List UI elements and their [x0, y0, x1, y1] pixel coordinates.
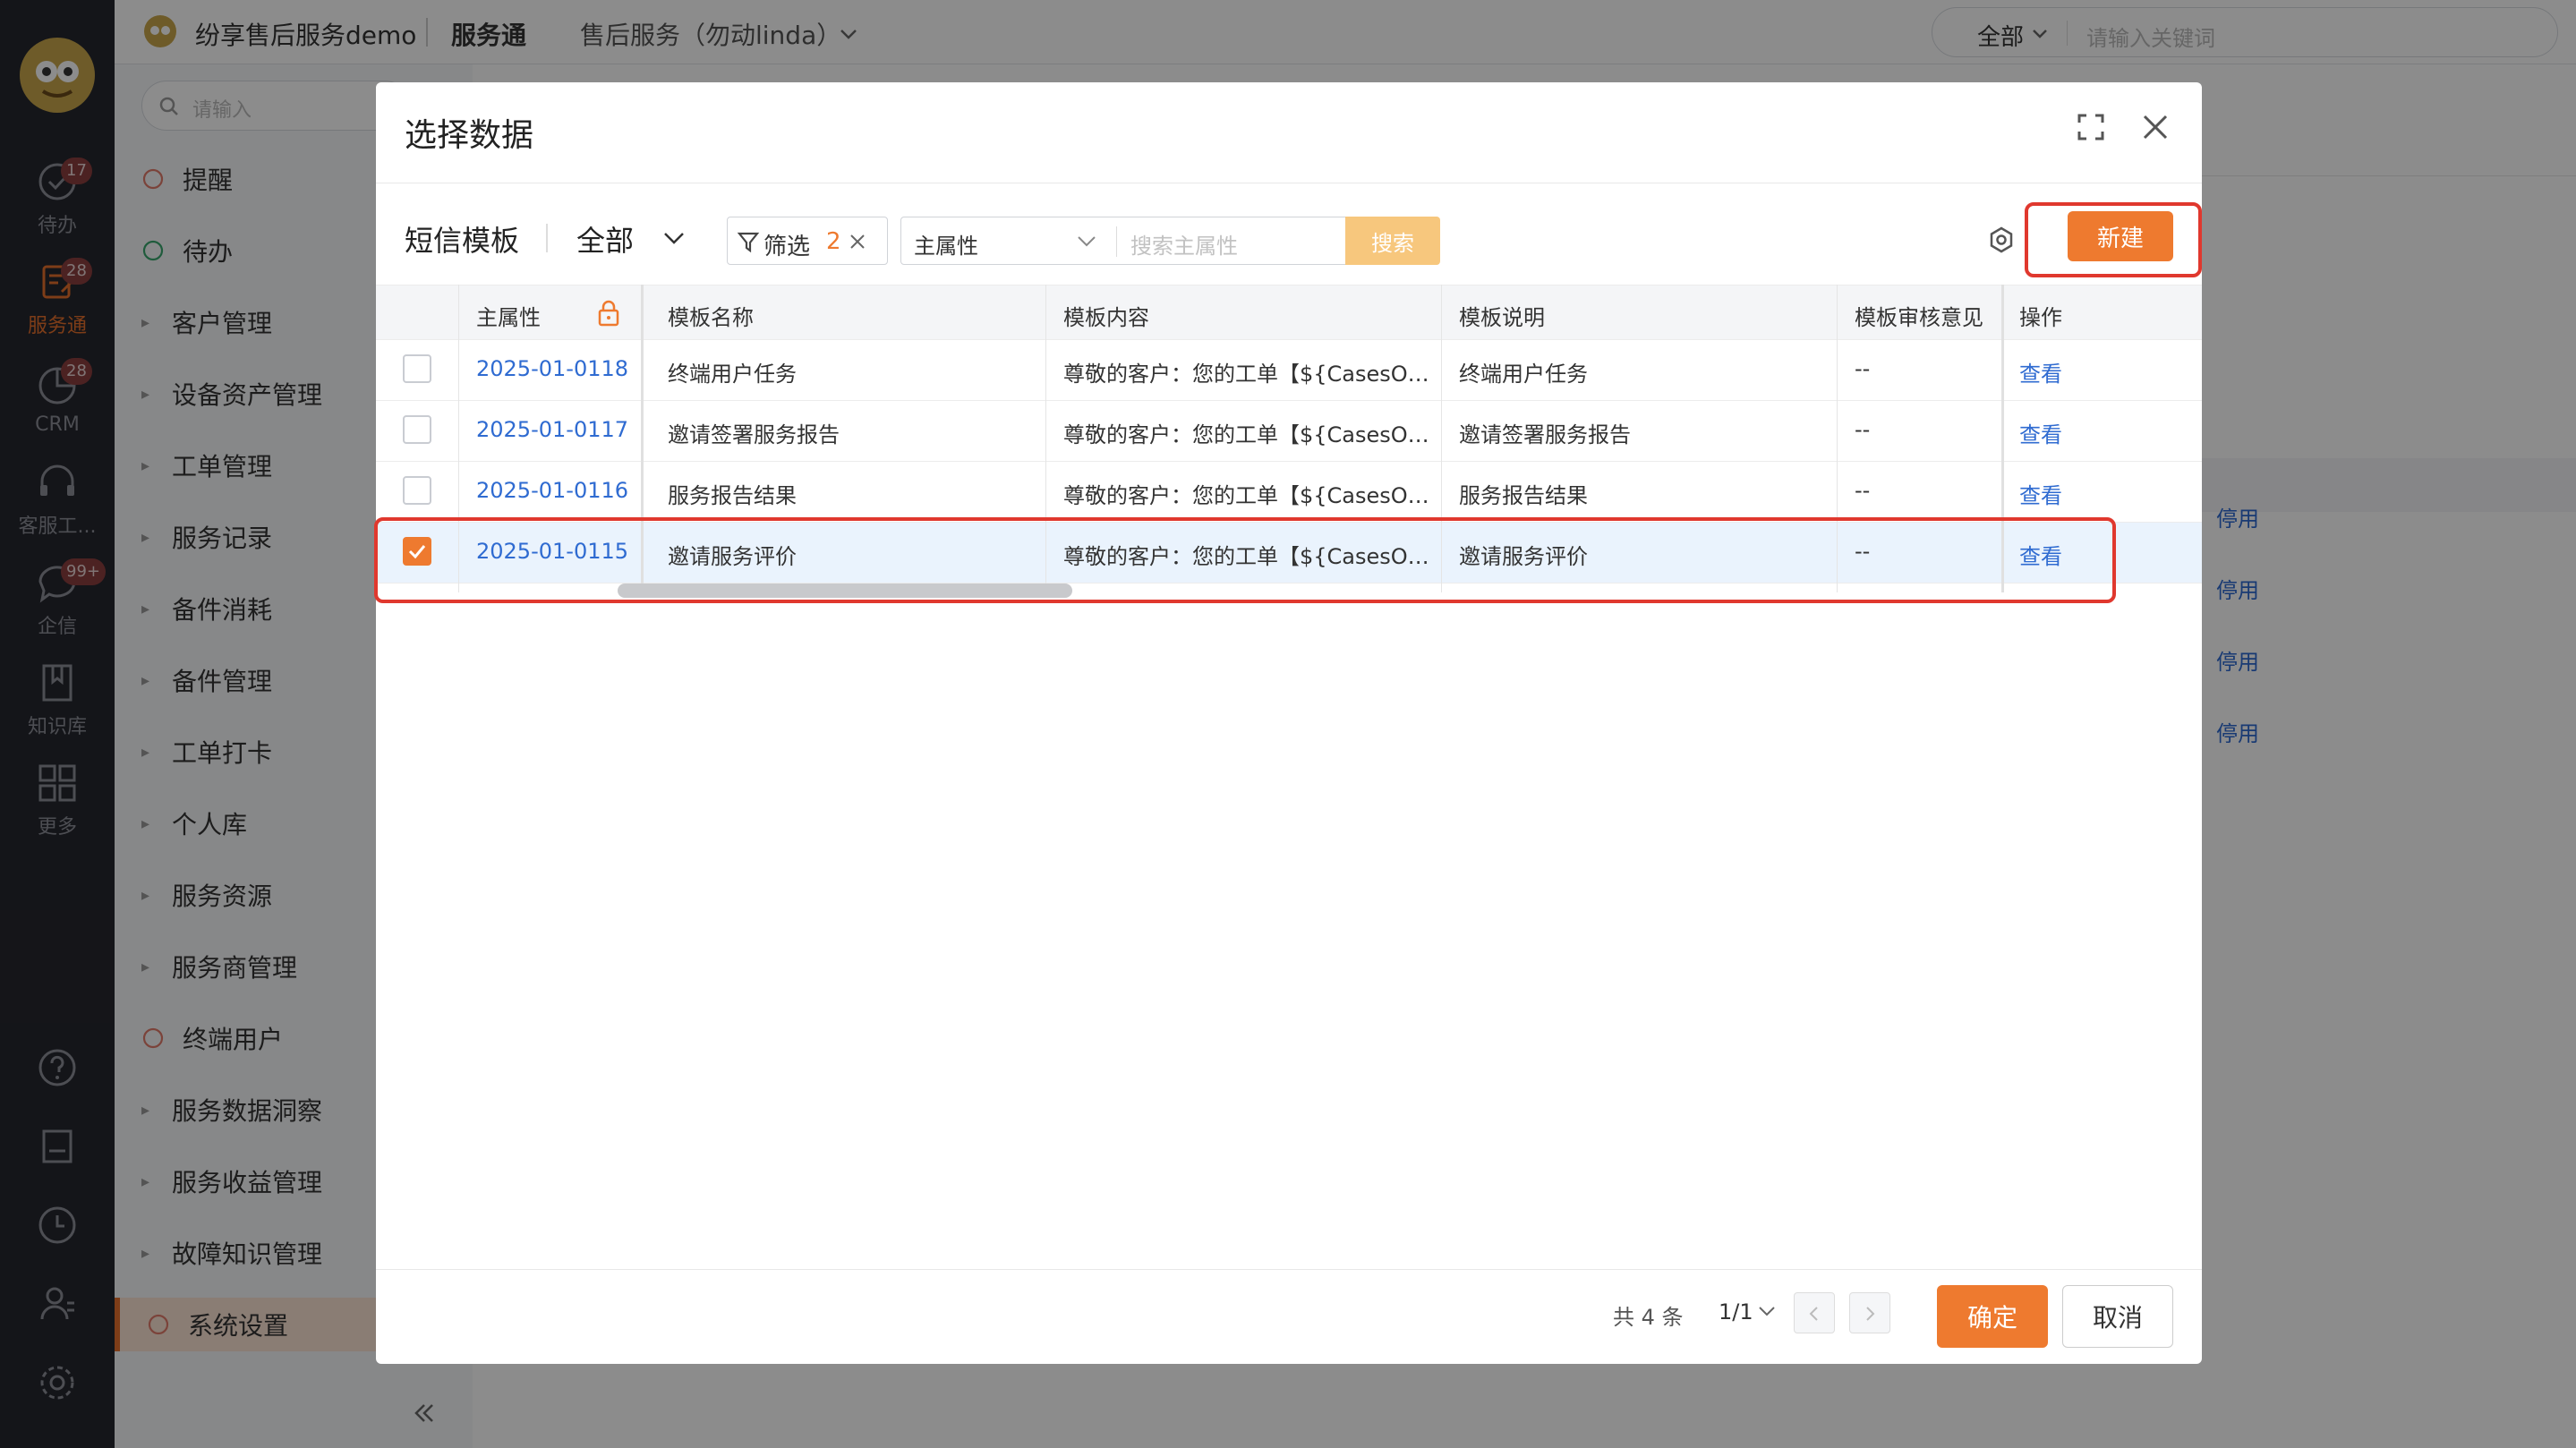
close-icon[interactable] — [2141, 113, 2170, 141]
template-description: 邀请签署服务报告 — [1459, 422, 1631, 447]
template-content: 尊敬的客户：您的工单【${CasesO… — [1063, 483, 1429, 508]
primary-attribute-link[interactable]: 2025-01-0116 — [476, 478, 628, 503]
primary-attribute-link[interactable]: 2025-01-0118 — [476, 356, 628, 381]
view-link[interactable]: 查看 — [2019, 478, 2062, 509]
confirm-button[interactable]: 确定 — [1937, 1285, 2048, 1348]
table-header: 主属性 模板名称 模板内容 模板说明 模板审核意见 操作 — [376, 285, 2202, 340]
clear-filter-icon[interactable] — [849, 234, 866, 250]
column-header: 模板名称 — [668, 305, 754, 330]
review-comment: -- — [1855, 356, 1871, 381]
total-count: 共 4 条 — [1613, 1305, 1684, 1330]
chevron-down-icon[interactable] — [1077, 234, 1096, 250]
filter-icon — [737, 232, 760, 253]
template-name: 服务报告结果 — [668, 483, 797, 508]
row-checkbox[interactable] — [403, 415, 431, 444]
row-checkbox[interactable] — [403, 476, 431, 505]
view-link[interactable]: 查看 — [2019, 417, 2062, 448]
cancel-button[interactable]: 取消 — [2062, 1285, 2173, 1348]
review-comment: -- — [1855, 417, 1871, 442]
prev-page-button[interactable] — [1794, 1292, 1835, 1333]
filter-button[interactable]: 筛选 2 — [727, 217, 888, 265]
template-description: 服务报告结果 — [1459, 483, 1588, 508]
divider — [376, 1269, 2202, 1270]
template-description: 终端用户任务 — [1459, 362, 1588, 387]
column-header: 模板说明 — [1459, 305, 1545, 330]
new-button-highlight — [2025, 202, 2202, 277]
next-page-button[interactable] — [1849, 1292, 1890, 1333]
primary-attribute-link[interactable]: 2025-01-0117 — [476, 417, 628, 442]
selected-row-highlight — [374, 517, 2116, 603]
chevron-right-icon — [1866, 1307, 1875, 1321]
table-row[interactable]: 2025-01-0118 终端用户任务 尊敬的客户：您的工单【${CasesO… 终端… — [376, 340, 2202, 401]
search-button[interactable]: 搜索 — [1345, 217, 1440, 265]
chevron-left-icon — [1809, 1307, 1818, 1321]
column-settings-icon[interactable] — [1987, 226, 2016, 254]
divider — [1116, 226, 1117, 257]
row-checkbox[interactable] — [403, 354, 431, 383]
field-select[interactable]: 主属性 — [914, 228, 978, 260]
filter-count: 2 — [826, 228, 841, 255]
column-header: 操作 — [2019, 305, 2062, 330]
dialog-title: 选择数据 — [405, 117, 534, 154]
page-indicator[interactable]: 1/1 — [1719, 1299, 1753, 1324]
column-header: 主属性 — [476, 305, 541, 330]
chevron-down-icon[interactable] — [1758, 1305, 1776, 1319]
object-name: 短信模板 — [405, 224, 520, 258]
template-name: 邀请签署服务报告 — [668, 422, 840, 447]
chevron-down-icon — [664, 233, 684, 244]
scope-dropdown[interactable]: 全部 — [576, 217, 702, 258]
search-bar: 主属性 搜索主属性 搜索 — [900, 217, 1440, 265]
template-content: 尊敬的客户：您的工单【${CasesO… — [1063, 362, 1429, 387]
table-row[interactable]: 2025-01-0117 邀请签署服务报告 尊敬的客户：您的工单【${CasesO…… — [376, 401, 2202, 462]
filter-label: 筛选 — [763, 234, 811, 260]
template-name: 终端用户任务 — [668, 362, 797, 387]
divider — [546, 224, 548, 252]
table-row[interactable]: 2025-01-0116 服务报告结果 尊敬的客户：您的工单【${CasesO… 服务… — [376, 462, 2202, 523]
select-data-dialog: 选择数据 短信模板 全部 筛选 2 主属性 搜索主属性 搜索 新建 主属性 模板… — [376, 82, 2202, 1364]
search-input[interactable]: 搜索主属性 — [1130, 228, 1238, 260]
column-header: 模板内容 — [1063, 305, 1149, 330]
fullscreen-icon[interactable] — [2077, 113, 2105, 141]
scope-label: 全部 — [576, 224, 635, 258]
view-link[interactable]: 查看 — [2019, 356, 2062, 388]
column-header: 模板审核意见 — [1855, 305, 1983, 330]
template-content: 尊敬的客户：您的工单【${CasesO… — [1063, 422, 1429, 447]
lock-icon — [598, 300, 619, 327]
review-comment: -- — [1855, 478, 1871, 503]
